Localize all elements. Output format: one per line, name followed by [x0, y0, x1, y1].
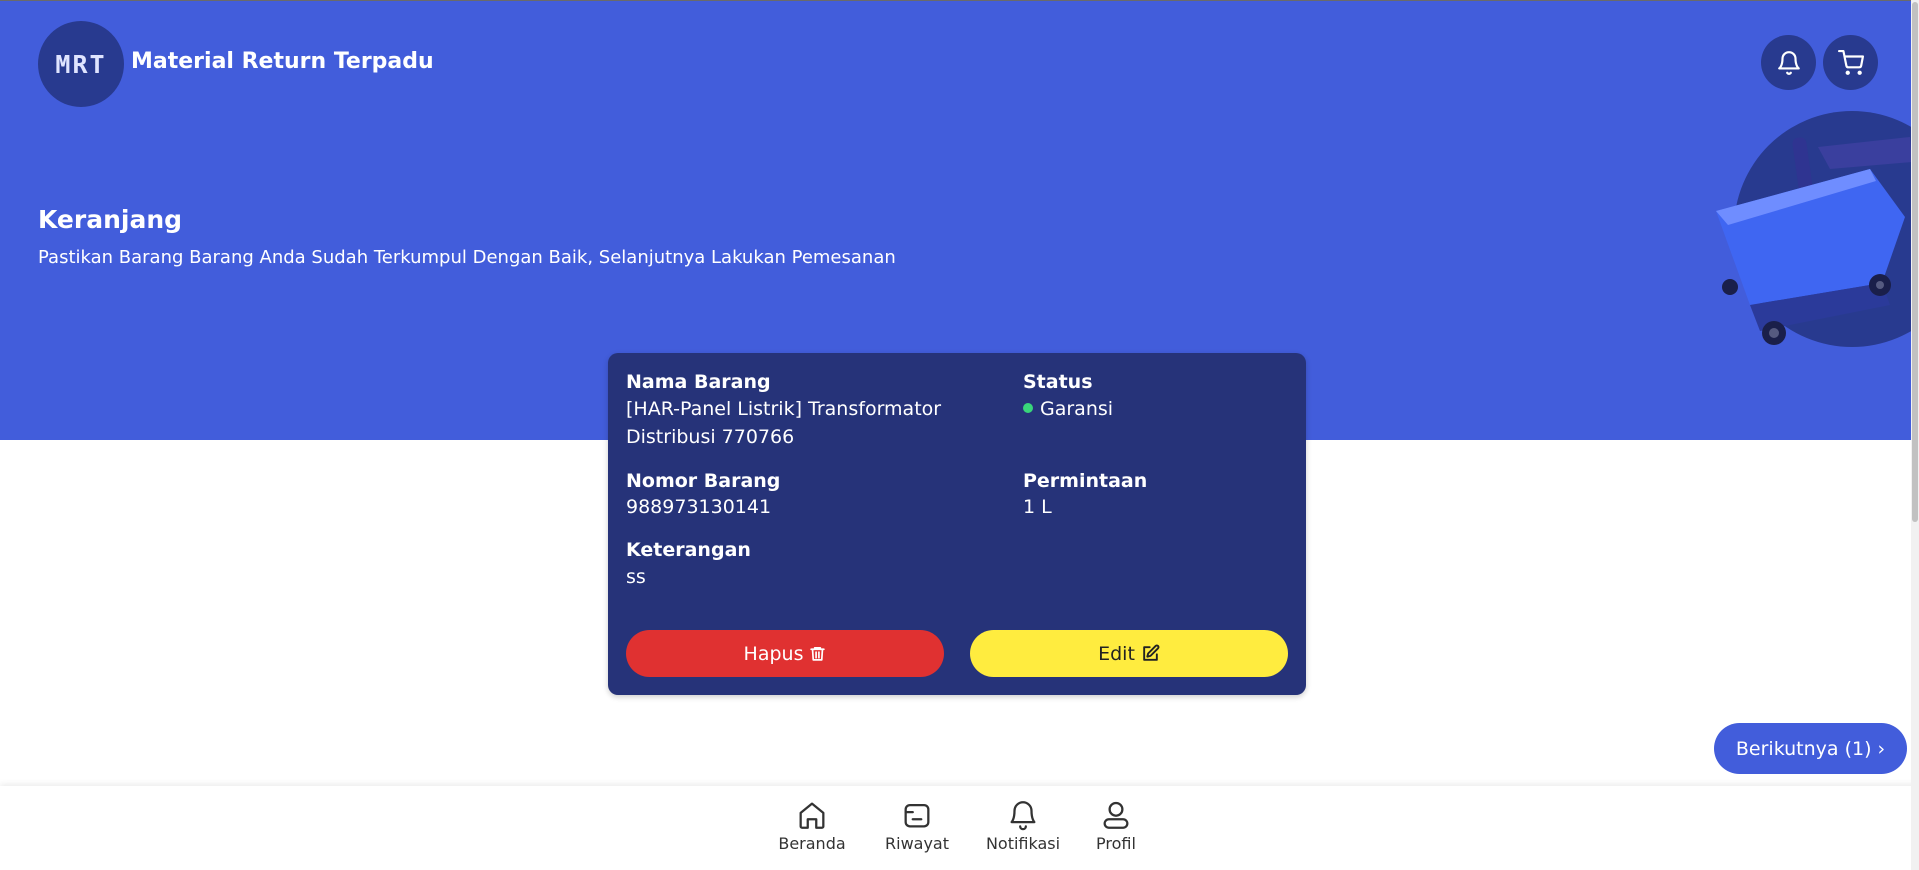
- nav-label-riwayat: Riwayat: [885, 834, 949, 853]
- edit-button-label: Edit: [1098, 642, 1135, 665]
- bell-icon: [1777, 50, 1800, 75]
- item-number-label: Nomor Barang: [626, 470, 781, 492]
- cart-icon: [1837, 49, 1864, 75]
- nav-item-beranda[interactable]: Beranda: [767, 798, 857, 853]
- nav-label-notifikasi: Notifikasi: [985, 834, 1061, 853]
- page-subtitle: Pastikan Barang Barang Anda Sudah Terkum…: [38, 247, 896, 268]
- note-value: ss: [626, 566, 646, 588]
- edit-button[interactable]: Edit: [970, 630, 1288, 677]
- nav-label-beranda: Beranda: [778, 834, 846, 853]
- status-value-wrap: Garansi: [1023, 395, 1113, 423]
- note-label: Keterangan: [626, 539, 751, 561]
- app-title: Material Return Terpadu: [131, 49, 434, 74]
- item-name-value: [HAR-Panel Listrik] Transformator Distri…: [626, 398, 942, 448]
- edit-icon: [1143, 644, 1160, 661]
- bottom-nav: Beranda Riwayat Notifikasi Profil: [0, 786, 1919, 870]
- delete-button[interactable]: Hapus: [626, 630, 944, 677]
- history-icon: [904, 803, 930, 828]
- trash-icon: [810, 646, 826, 661]
- nav-item-profil[interactable]: Profil: [1071, 798, 1161, 853]
- request-value: 1 L: [1023, 496, 1052, 518]
- logo-text: MRT: [55, 49, 107, 79]
- item-name-label: Nama Barang: [626, 371, 771, 393]
- bell-icon: [1010, 801, 1036, 831]
- next-button[interactable]: Berikutnya (1) ›: [1714, 723, 1907, 774]
- status-dot: [1023, 402, 1033, 413]
- nav-label-profil: Profil: [1096, 834, 1136, 853]
- cart-illustration: [1700, 107, 1919, 357]
- nav-item-riwayat[interactable]: Riwayat: [872, 798, 962, 853]
- cart-item-card: Nama Barang [HAR-Panel Listrik] Transfor…: [608, 353, 1306, 695]
- item-number-value: 988973130141: [626, 496, 772, 518]
- cart-button[interactable]: [1823, 35, 1878, 90]
- request-label: Permintaan: [1023, 470, 1148, 492]
- scrollbar[interactable]: [1911, 0, 1919, 870]
- delete-button-label: Hapus: [743, 642, 804, 665]
- scrollbar-thumb[interactable]: [1912, 2, 1918, 522]
- notifications-button[interactable]: [1761, 35, 1816, 90]
- app-logo[interactable]: MRT: [38, 21, 124, 107]
- status-label: Status: [1023, 371, 1093, 393]
- home-icon: [799, 802, 825, 829]
- status-value: Garansi: [1040, 398, 1114, 420]
- user-icon: [1103, 801, 1129, 829]
- page-title: Keranjang: [38, 205, 183, 234]
- nav-item-notifikasi[interactable]: Notifikasi: [978, 798, 1068, 853]
